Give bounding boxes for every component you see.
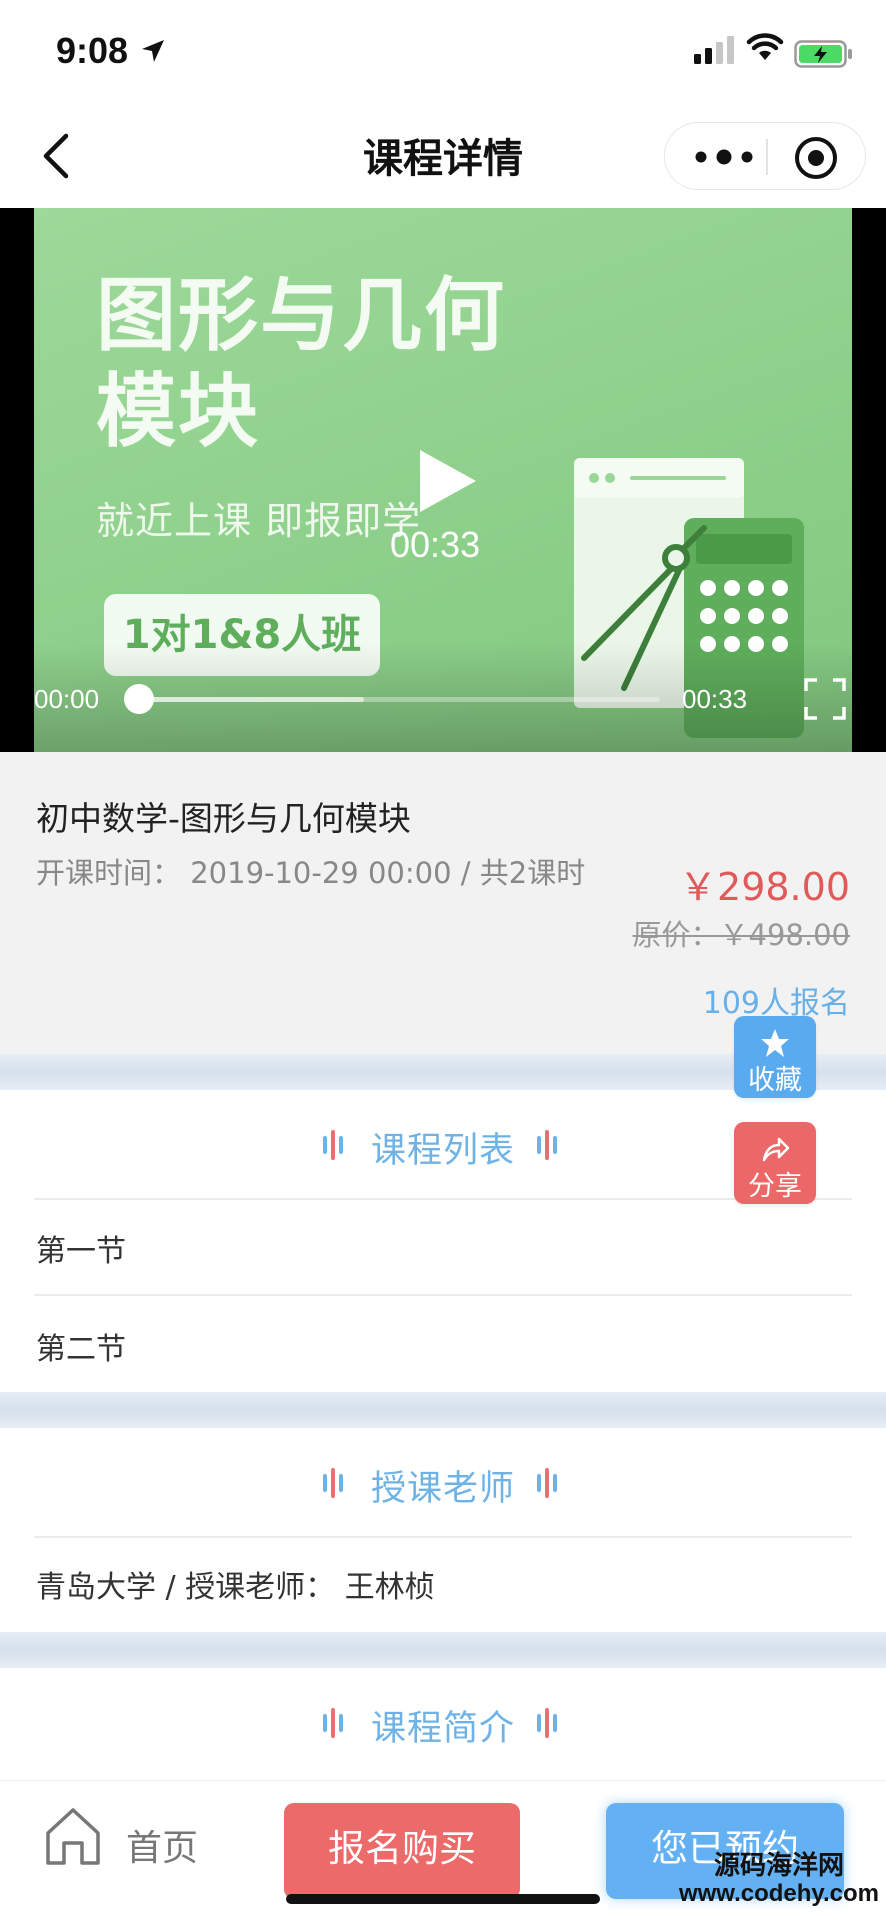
section-title: 课程简介 (370, 1709, 515, 1749)
section-separator (0, 1632, 886, 1668)
title-decoration-icon (323, 1708, 343, 1738)
progress-buffered (140, 697, 364, 702)
share-label: 分享 (748, 1171, 802, 1202)
cellular-signal-icon (694, 36, 734, 64)
share-button[interactable]: 分享 (734, 1122, 816, 1204)
mini-program-capsule (664, 122, 866, 190)
status-bar: 9:08 (0, 0, 886, 100)
title-decoration-icon (537, 1708, 557, 1738)
divider (34, 1198, 852, 1200)
share-arrow-icon (762, 1137, 790, 1162)
home-button[interactable]: 首页 (40, 1801, 210, 1881)
status-time: 9:08 (56, 30, 129, 71)
play-icon[interactable] (414, 446, 480, 516)
current-time: 00:00 (34, 684, 100, 714)
center-duration: 00:33 (390, 524, 481, 565)
course-meta: 开课时间： 2019-10-29 00:00 / 共2课时 (36, 856, 586, 890)
teacher-header: 授课老师 (0, 1428, 886, 1536)
section-separator (0, 1392, 886, 1428)
location-arrow-icon (142, 40, 164, 62)
section-title: 课程列表 (370, 1131, 515, 1171)
star-icon (761, 1029, 789, 1057)
course-price: ￥298.00 (679, 865, 850, 909)
teacher-info: 青岛大学 / 授课老师： 王林桢 (36, 1570, 435, 1605)
intro-section: 课程简介 (0, 1668, 886, 1780)
home-icon (46, 1808, 100, 1865)
progress-thumb[interactable] (124, 684, 154, 714)
lesson-item[interactable]: 第一节 (36, 1226, 126, 1270)
teacher-section: 授课老师 青岛大学 / 授课老师： 王林桢 (0, 1428, 886, 1632)
lesson-item[interactable]: 第二节 (36, 1324, 126, 1368)
title-decoration-icon (323, 1468, 343, 1498)
capsule-divider (766, 139, 768, 175)
progress-bar[interactable] (140, 697, 660, 702)
enroll-buy-button[interactable]: 报名购买 (284, 1803, 520, 1899)
home-label: 首页 (126, 1828, 199, 1869)
wifi-icon (746, 33, 784, 60)
nav-bar: 课程详情 (0, 100, 886, 208)
fullscreen-icon[interactable] (804, 678, 846, 720)
duration-time: 00:33 (682, 684, 748, 714)
divider (34, 1294, 852, 1296)
close-program-icon[interactable] (793, 135, 839, 181)
course-info: 初中数学-图形与几何模块 开课时间： 2019-10-29 00:00 / 共2… (0, 752, 886, 1054)
title-decoration-icon (537, 1468, 557, 1498)
section-title: 授课老师 (370, 1469, 515, 1509)
more-dots-icon[interactable] (689, 143, 759, 171)
cover-title: 图形与几何 模块 (96, 269, 506, 458)
favorite-button[interactable]: 收藏 (734, 1016, 816, 1098)
title-decoration-icon (323, 1130, 343, 1160)
course-name: 初中数学-图形与几何模块 (36, 799, 411, 838)
watermark: 源码海洋网 www.codehy.com (678, 1851, 880, 1907)
original-price: 原价：￥498.00 (632, 918, 850, 952)
title-decoration-icon (537, 1130, 557, 1160)
favorite-label: 收藏 (748, 1065, 802, 1096)
video-player[interactable]: 图形与几何 模块 就近上课 即报即学 1对1&8人班 00:33 00:00 0… (0, 208, 886, 752)
battery-charging-icon (794, 40, 852, 68)
cover-subtitle: 就近上课 即报即学 (96, 499, 422, 543)
home-indicator (286, 1894, 600, 1904)
intro-header: 课程简介 (0, 1668, 886, 1776)
divider (34, 1536, 852, 1538)
